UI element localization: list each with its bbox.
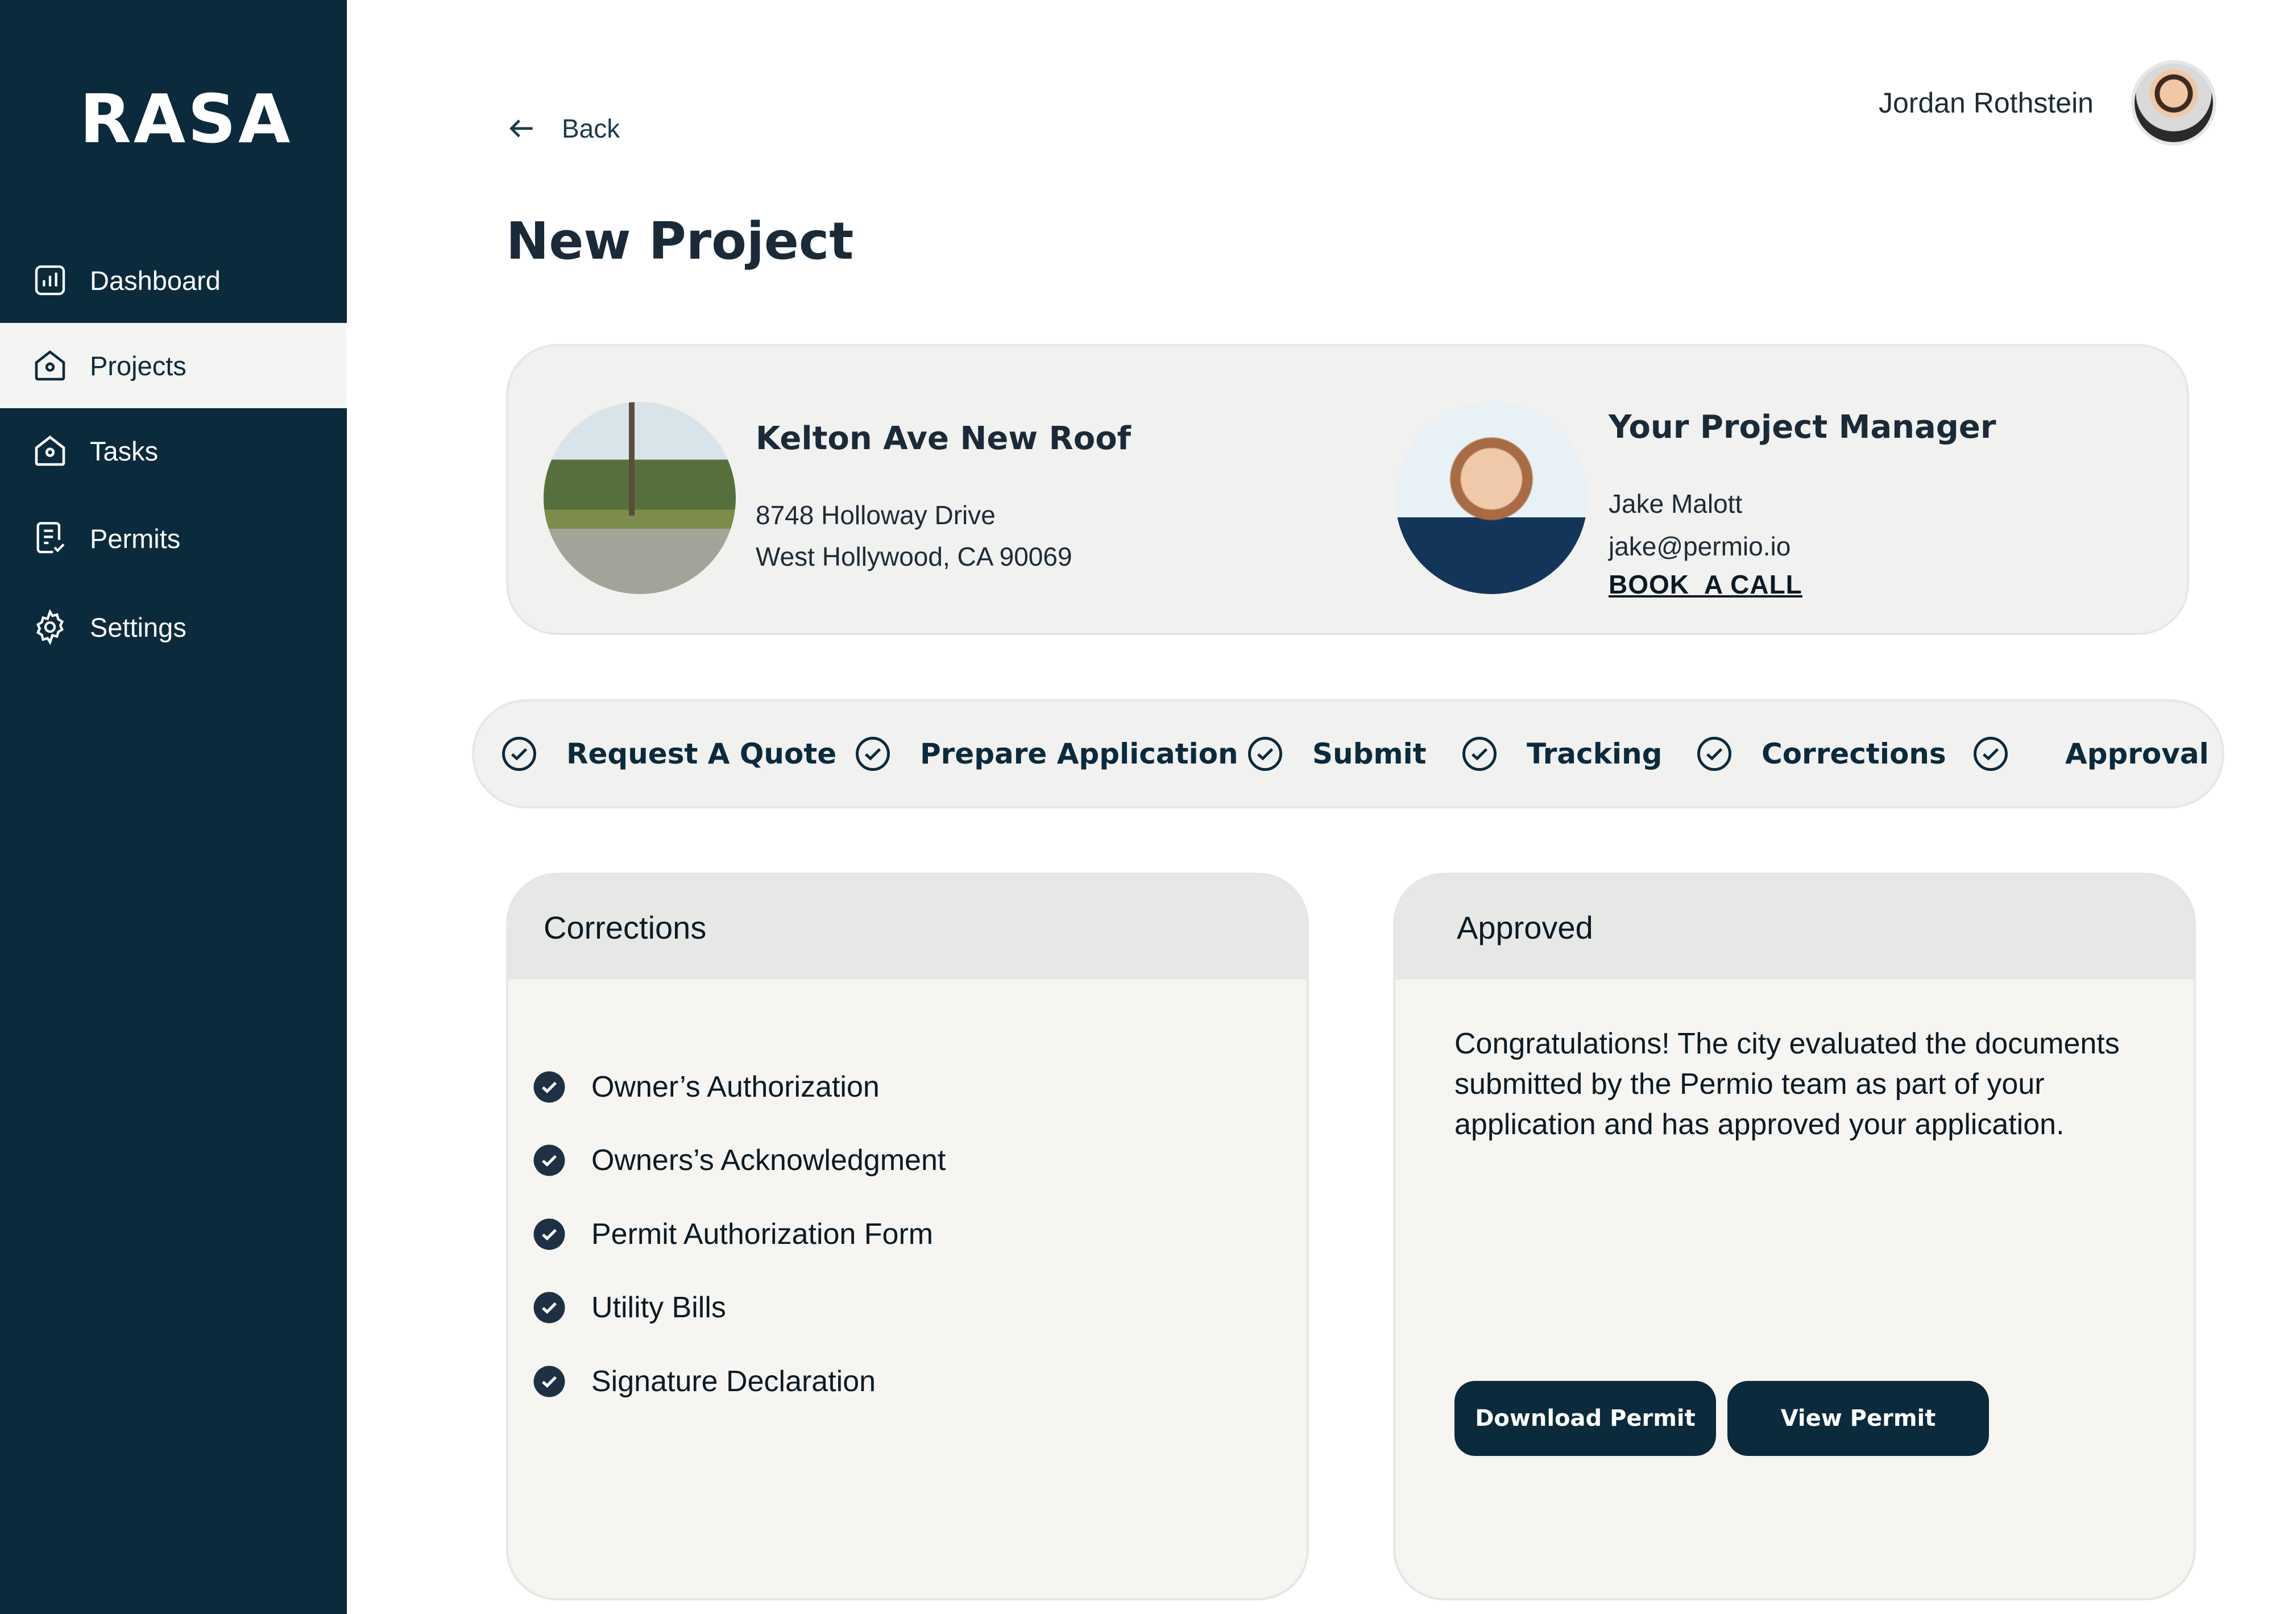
step-label: Corrections xyxy=(1762,737,1946,770)
sidebar-item-label: Dashboard xyxy=(90,265,221,296)
check-filled-icon xyxy=(533,1144,565,1176)
check-filled-icon xyxy=(533,1218,565,1250)
back-link[interactable]: Back xyxy=(506,113,620,144)
corrections-title: Corrections xyxy=(508,875,1307,980)
approved-card: Approved Congratulations! The city evalu… xyxy=(1393,873,2196,1600)
manager-name: Jake Malott xyxy=(1609,489,1743,518)
check-circle-icon xyxy=(856,737,890,771)
sidebar-item-label: Settings xyxy=(90,612,187,642)
manager-title: Your Project Manager xyxy=(1609,409,1996,446)
page-title: New Project xyxy=(506,211,854,271)
sidebar-item-dashboard[interactable]: Dashboard xyxy=(0,238,347,323)
sidebar: RASA Dashboard Projects Tasks Permits Se… xyxy=(0,0,347,1614)
step-tracking[interactable]: Tracking xyxy=(1461,702,1662,806)
step-label: Approval xyxy=(2065,737,2209,770)
chart-icon xyxy=(32,262,68,298)
check-filled-icon xyxy=(533,1071,565,1103)
step-label: Submit xyxy=(1312,737,1427,770)
sidebar-item-label: Tasks xyxy=(90,435,159,466)
list-item-label: Signature Declaration xyxy=(591,1364,876,1398)
list-item-label: Owner’s Authorization xyxy=(591,1070,880,1103)
sidebar-item-projects[interactable]: Projects xyxy=(0,323,347,408)
home-icon xyxy=(32,347,68,384)
view-permit-button[interactable]: View Permit xyxy=(1727,1381,1989,1456)
step-corrections[interactable]: Corrections xyxy=(1696,702,1946,806)
list-item: Signature Declaration xyxy=(532,1345,946,1418)
manager-photo xyxy=(1395,402,1588,594)
check-circle-icon xyxy=(1974,737,2008,771)
step-label: Request A Quote xyxy=(566,737,837,770)
check-circle-icon xyxy=(1462,737,1497,771)
home-icon xyxy=(32,433,68,469)
sidebar-item-permits[interactable]: Permits xyxy=(0,496,347,581)
project-photo xyxy=(544,402,736,594)
step-label: Tracking xyxy=(1527,737,1663,770)
approved-title: Approved xyxy=(1395,875,2194,980)
check-circle-icon xyxy=(502,737,536,771)
gear-icon xyxy=(32,609,68,645)
back-label: Back xyxy=(562,114,620,143)
sidebar-item-label: Permits xyxy=(90,523,181,554)
sidebar-item-tasks[interactable]: Tasks xyxy=(0,408,347,493)
user-name: Jordan Rothstein xyxy=(1878,87,2094,119)
step-request-quote[interactable]: Request A Quote xyxy=(500,702,836,806)
user-menu[interactable]: Jordan Rothstein xyxy=(1879,60,2216,146)
check-circle-icon xyxy=(1697,737,1731,771)
list-item: Utility Bills xyxy=(532,1271,946,1345)
list-item: Owners’s Acknowledgment xyxy=(532,1124,946,1198)
sidebar-nav: Dashboard Projects Tasks Permits Setting… xyxy=(0,238,347,670)
step-approval[interactable]: Approval xyxy=(1972,702,2209,806)
step-submit[interactable]: Submit xyxy=(1246,702,1427,806)
list-item-label: Owners’s Acknowledgment xyxy=(591,1144,946,1177)
manager-email[interactable]: jake@permio.io xyxy=(1609,531,1791,562)
check-filled-icon xyxy=(533,1292,565,1323)
app-logo[interactable]: RASA xyxy=(80,80,293,158)
list-item: Owner’s Authorization xyxy=(532,1050,946,1124)
step-label: Prepare Application xyxy=(920,737,1238,770)
sidebar-item-label: Projects xyxy=(90,350,187,381)
corrections-list: Owner’s Authorization Owners’s Acknowled… xyxy=(532,1050,946,1418)
download-permit-button[interactable]: Download Permit xyxy=(1454,1381,1716,1456)
sidebar-item-settings[interactable]: Settings xyxy=(0,584,347,670)
project-address-line2: West Hollywood, CA 90069 xyxy=(756,542,1072,571)
list-item-label: Permit Authorization Form xyxy=(591,1217,934,1251)
list-item: Permit Authorization Form xyxy=(532,1197,946,1271)
approved-message: Congratulations! The city evaluated the … xyxy=(1454,1027,2120,1141)
project-name: Kelton Ave New Roof xyxy=(756,420,1132,457)
check-filled-icon xyxy=(533,1366,565,1397)
corrections-card: Corrections Owner’s Authorization Owners… xyxy=(506,873,1309,1600)
avatar[interactable] xyxy=(2131,60,2216,146)
project-address-line1: 8748 Holloway Drive xyxy=(756,500,996,530)
list-item-label: Utility Bills xyxy=(591,1291,726,1325)
document-check-icon xyxy=(32,520,68,557)
check-circle-icon xyxy=(1248,737,1282,771)
step-prepare-application[interactable]: Prepare Application xyxy=(854,702,1238,806)
progress-steps: Request A Quote Prepare Application Subm… xyxy=(472,699,2224,808)
book-call-link[interactable]: BOOK A CALL xyxy=(1609,569,1802,600)
arrow-left-icon xyxy=(509,119,533,138)
project-info-card: Kelton Ave New Roof 8748 Holloway Drive … xyxy=(506,344,2189,635)
